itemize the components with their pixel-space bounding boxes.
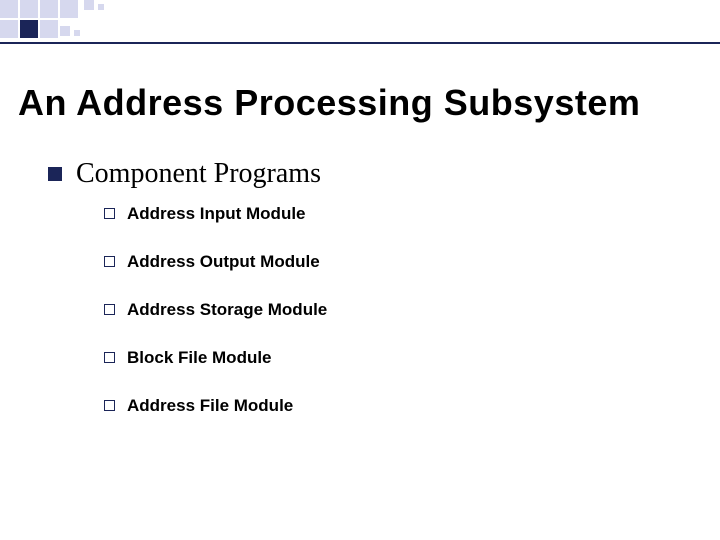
list-item: Address File Module (104, 396, 700, 416)
list-item: Address Input Module (104, 204, 700, 224)
list-item-label: Address Input Module (127, 204, 306, 224)
slide-title: An Address Processing Subsystem (18, 82, 640, 124)
list-item-label: Address File Module (127, 396, 293, 416)
hollow-square-bullet-icon (104, 400, 115, 411)
corner-decoration (0, 0, 720, 42)
slide: An Address Processing Subsystem Componen… (0, 0, 720, 540)
section-heading-row: Component Programs (48, 158, 700, 190)
list-item: Address Output Module (104, 252, 700, 272)
section-heading: Component Programs (76, 158, 321, 190)
list-item: Address Storage Module (104, 300, 700, 320)
hollow-square-bullet-icon (104, 304, 115, 315)
header-divider (0, 42, 720, 44)
list-item-label: Block File Module (127, 348, 272, 368)
list-item: Block File Module (104, 348, 700, 368)
list-item-label: Address Output Module (127, 252, 320, 272)
hollow-square-bullet-icon (104, 208, 115, 219)
filled-square-bullet-icon (48, 167, 62, 181)
item-list: Address Input Module Address Output Modu… (104, 204, 700, 416)
hollow-square-bullet-icon (104, 352, 115, 363)
list-item-label: Address Storage Module (127, 300, 327, 320)
hollow-square-bullet-icon (104, 256, 115, 267)
content-area: Component Programs Address Input Module … (48, 158, 700, 444)
